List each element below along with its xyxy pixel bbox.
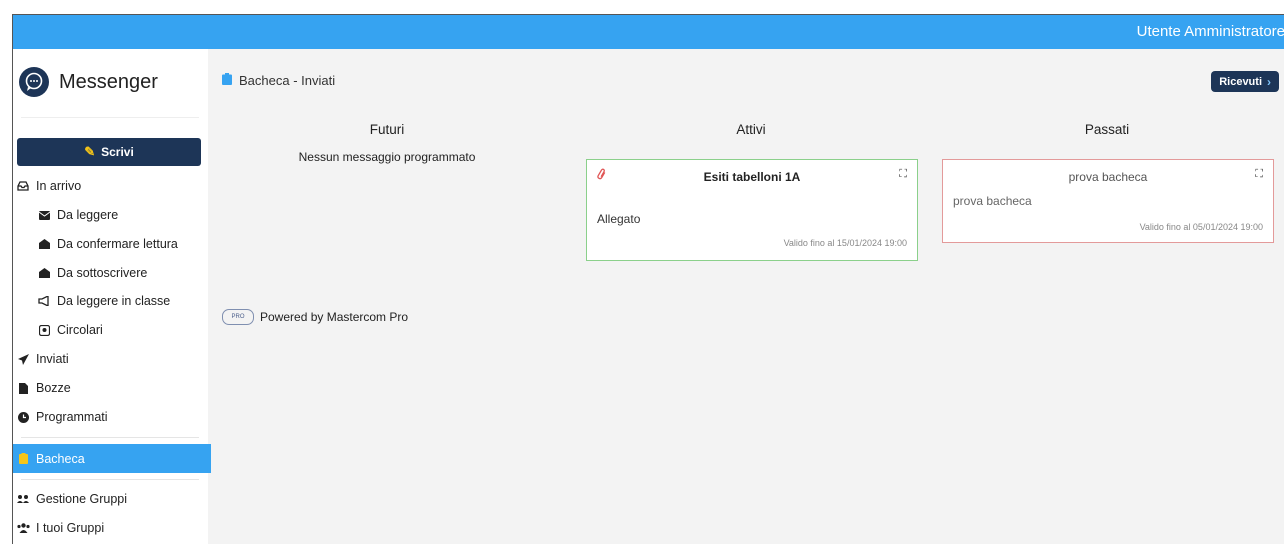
nav-manage-groups[interactable]: Gestione Gruppi (13, 488, 211, 510)
card-validity: Valido fino al 15/01/2024 19:00 (783, 238, 907, 248)
active-message-card[interactable]: Esiti tabelloni 1A ⛶ Allegato Valido fin… (586, 159, 918, 261)
nav-drafts[interactable]: Bozze (13, 377, 211, 399)
divider (21, 437, 199, 438)
write-button-label: Scrivi (101, 145, 134, 159)
nav-scheduled-label: Programmati (36, 410, 108, 424)
file-icon (16, 382, 30, 394)
nav-to-sign-label: Da sottoscrivere (57, 266, 148, 280)
column-title-past: Passati (1084, 122, 1130, 137)
column-title-future: Futuri (369, 122, 405, 137)
nav-inbox-label: In arrivo (36, 179, 82, 193)
users-cog-icon (16, 494, 30, 504)
nav-read-in-class-label: Da leggere in classe (57, 294, 171, 308)
nav-drafts-label: Bozze (36, 381, 71, 395)
expand-icon[interactable]: ⛶ (1255, 168, 1263, 181)
card-body: prova bacheca (953, 194, 1032, 208)
app-name: Messenger (59, 70, 158, 93)
nav-your-groups-label: I tuoi Gruppi (36, 521, 105, 535)
inbox-icon (16, 181, 30, 191)
messenger-logo-icon (19, 67, 49, 97)
envelope-icon (37, 210, 51, 220)
nav-board[interactable]: Bacheca (13, 444, 211, 473)
envelope-open-icon (37, 239, 51, 249)
brand[interactable]: Messenger (19, 65, 158, 99)
powered-by: PRO Powered by Mastercom Pro (222, 309, 408, 325)
paper-plane-icon (16, 353, 30, 365)
top-bar: Utente Amministratore (13, 15, 1284, 49)
pencil-icon: ✎ (84, 144, 96, 159)
circular-icon (37, 324, 51, 336)
nav-board-label: Bacheca (36, 451, 85, 466)
megaphone-icon (37, 296, 51, 306)
app-frame: Utente Amministratore Messenger ✎ Scrivi (12, 14, 1284, 544)
expand-icon[interactable]: ⛶ (899, 168, 907, 181)
nav-inbox[interactable]: In arrivo (13, 175, 211, 197)
card-validity: Valido fino al 05/01/2024 19:00 (1139, 222, 1263, 232)
card-title: prova bacheca (1068, 170, 1148, 184)
past-message-card[interactable]: prova bacheca ⛶ prova bacheca Valido fin… (942, 159, 1274, 243)
powered-by-text: Powered by Mastercom Pro (260, 310, 409, 324)
nav-circulars-label: Circolari (57, 323, 103, 337)
nav-confirm-read[interactable]: Da confermare lettura (13, 233, 232, 255)
nav-manage-groups-label: Gestione Gruppi (36, 492, 128, 506)
received-button-label: Ricevuti (1219, 75, 1262, 88)
mastercom-logo-icon: PRO (222, 309, 254, 325)
future-empty-message: Nessun messaggio programmato (298, 150, 476, 164)
nav-scheduled[interactable]: Programmati (13, 406, 211, 428)
nav-read-in-class[interactable]: Da leggere in classe (13, 290, 232, 312)
envelope-open-icon (37, 268, 51, 278)
write-button[interactable]: ✎ Scrivi (17, 138, 201, 166)
nav-to-sign[interactable]: Da sottoscrivere (13, 262, 232, 284)
nav-sent[interactable]: Inviati (13, 348, 211, 370)
page-title-text: Bacheca - Inviati (239, 73, 336, 88)
divider (21, 479, 199, 480)
chevron-right-icon: › (1267, 74, 1271, 89)
divider (21, 117, 199, 118)
users-icon (16, 523, 30, 533)
nav-to-read[interactable]: Da leggere (13, 204, 232, 226)
nav-confirm-read-label: Da confermare lettura (57, 237, 178, 251)
user-name[interactable]: Utente Amministratore (1137, 23, 1284, 40)
nav-to-read-label: Da leggere (57, 208, 119, 222)
nav-sent-label: Inviati (36, 352, 69, 366)
sidebar: Messenger ✎ Scrivi In arrivo Da leggere … (13, 49, 211, 544)
received-button[interactable]: Ricevuti › (1211, 71, 1279, 92)
clipboard-icon (222, 73, 232, 88)
nav-circulars[interactable]: Circolari (13, 319, 232, 341)
page-title: Bacheca - Inviati (222, 73, 335, 88)
main-content: Bacheca - Inviati Ricevuti › Futuri Atti… (208, 49, 1284, 544)
nav-your-groups[interactable]: I tuoi Gruppi (13, 517, 211, 539)
card-title: Esiti tabelloni 1A (703, 170, 801, 184)
clipboard-icon (16, 453, 30, 464)
card-body: Allegato (597, 212, 641, 226)
clock-icon (16, 411, 30, 423)
column-title-active: Attivi (736, 122, 766, 137)
